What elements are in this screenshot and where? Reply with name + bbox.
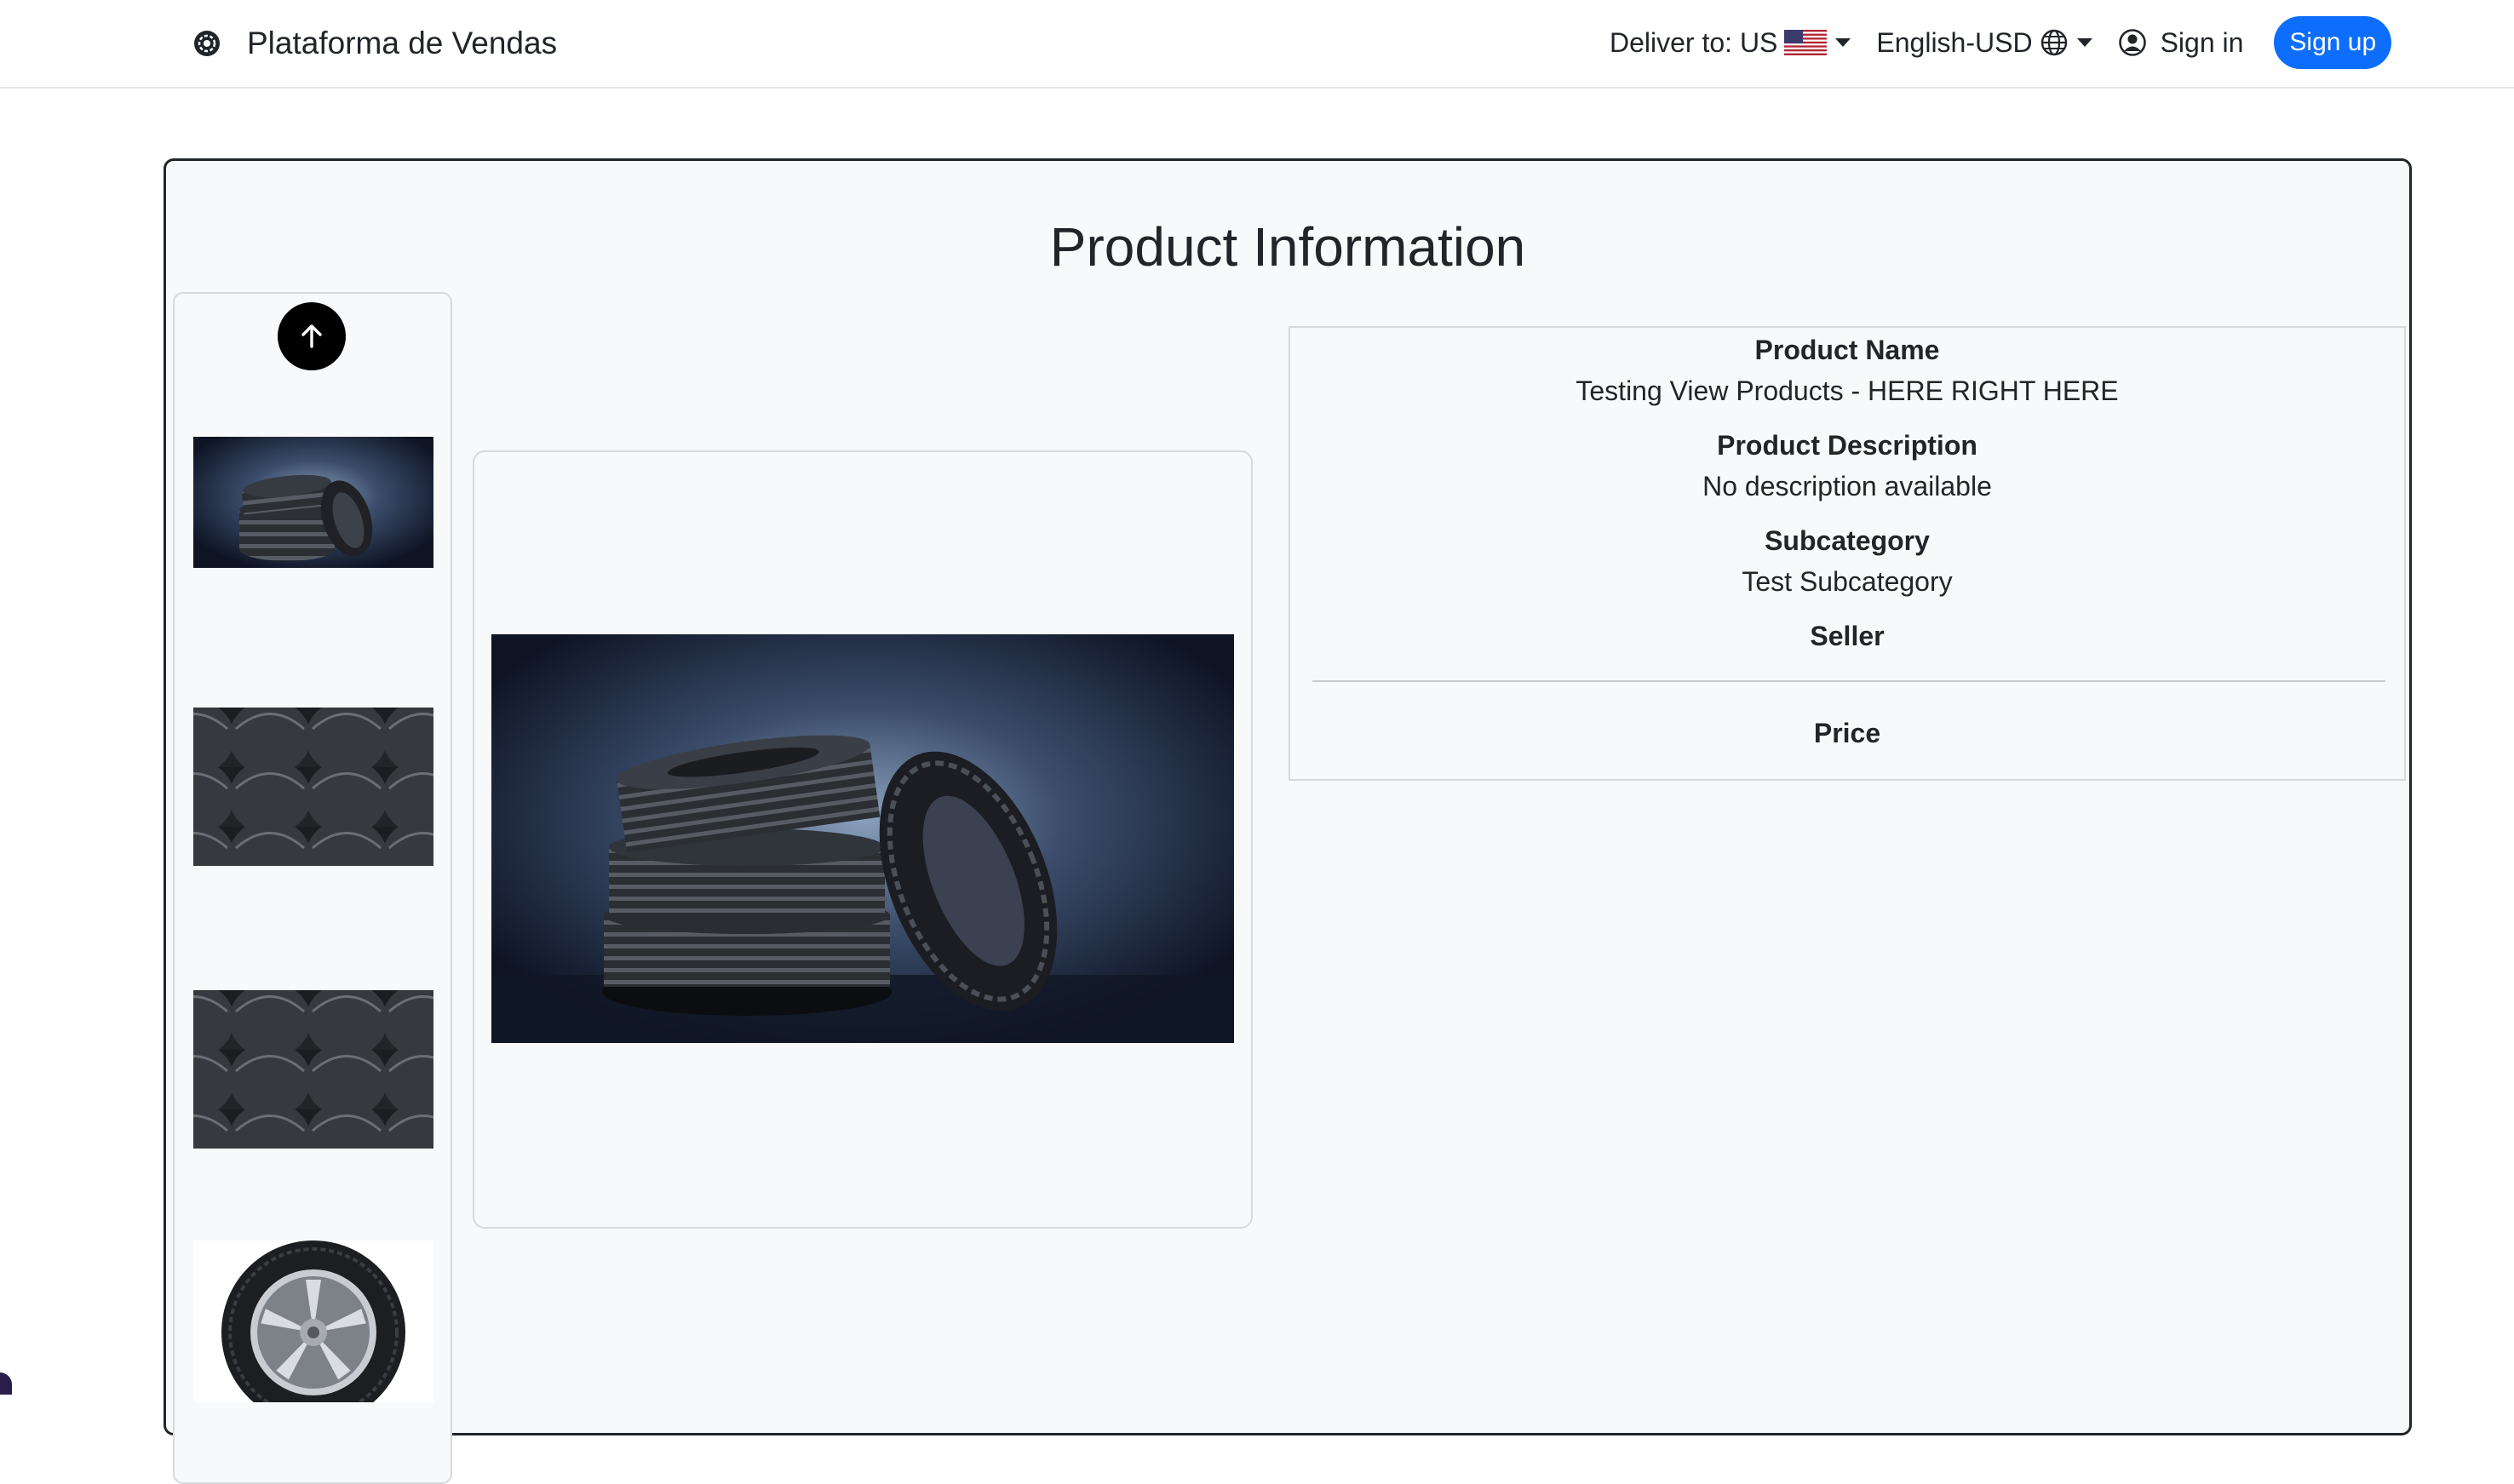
product-description-label: Product Description [1717, 430, 1977, 461]
brand-name: Plataforma de Vendas [247, 26, 558, 60]
wheel-rim-thumbnail[interactable] [193, 1240, 433, 1402]
brand[interactable]: Plataforma de Vendas [192, 22, 557, 65]
thumbnail-gallery[interactable] [173, 292, 452, 1484]
language-currency-label: English-USD [1876, 26, 2033, 58]
top-navbar: Plataforma de Vendas Deliver to: US Engl… [0, 0, 2514, 89]
product-name-label: Product Name [1754, 335, 1940, 365]
subcategory-value: Test Subcategory [1742, 566, 1953, 597]
subcategory-label: Subcategory [1765, 525, 1930, 556]
chevron-down-icon [2076, 38, 2092, 47]
main-image-frame [473, 450, 1253, 1229]
tire-pile-thumbnail[interactable] [193, 990, 433, 1149]
scroll-up-button[interactable] [278, 302, 346, 370]
user-circle-icon [2118, 29, 2146, 56]
product-name-value: Testing View Products - HERE RIGHT HERE [1576, 375, 2119, 406]
tire-pile-thumbnail[interactable] [193, 708, 433, 866]
navbar-actions: Deliver to: US English-USD Sign in Sign … [1610, 15, 2393, 70]
product-card: Product Information Product Name Testing… [164, 158, 2412, 1484]
divider [1312, 680, 2385, 682]
arrow-up-icon [301, 324, 322, 348]
product-description-value: No description available [1702, 471, 1992, 501]
tire-stack-thumbnail[interactable] [193, 437, 433, 568]
gear-logo-icon [194, 31, 220, 56]
price-label: Price [1813, 718, 1881, 748]
deliver-to-dropdown[interactable]: Deliver to: US [1610, 27, 1851, 59]
language-currency-dropdown[interactable]: English-USD [1876, 27, 2092, 59]
sign-in-link[interactable]: Sign in [2118, 26, 2244, 59]
product-info-panel: Product Name Testing View Products - HER… [1289, 326, 2406, 781]
chevron-down-icon [1835, 38, 1851, 47]
us-flag-icon [1784, 30, 1828, 55]
globe-icon [2040, 29, 2067, 56]
sign-up-button[interactable]: Sign up [2274, 16, 2392, 69]
seller-label: Seller [1810, 621, 1885, 651]
deliver-to-label: Deliver to: US [1610, 26, 1778, 58]
page-title: Product Information [1049, 216, 1526, 278]
window-corner [0, 1372, 12, 1395]
sign-in-label: Sign in [2160, 26, 2244, 58]
tire-stack-main-image[interactable] [491, 634, 1234, 1043]
